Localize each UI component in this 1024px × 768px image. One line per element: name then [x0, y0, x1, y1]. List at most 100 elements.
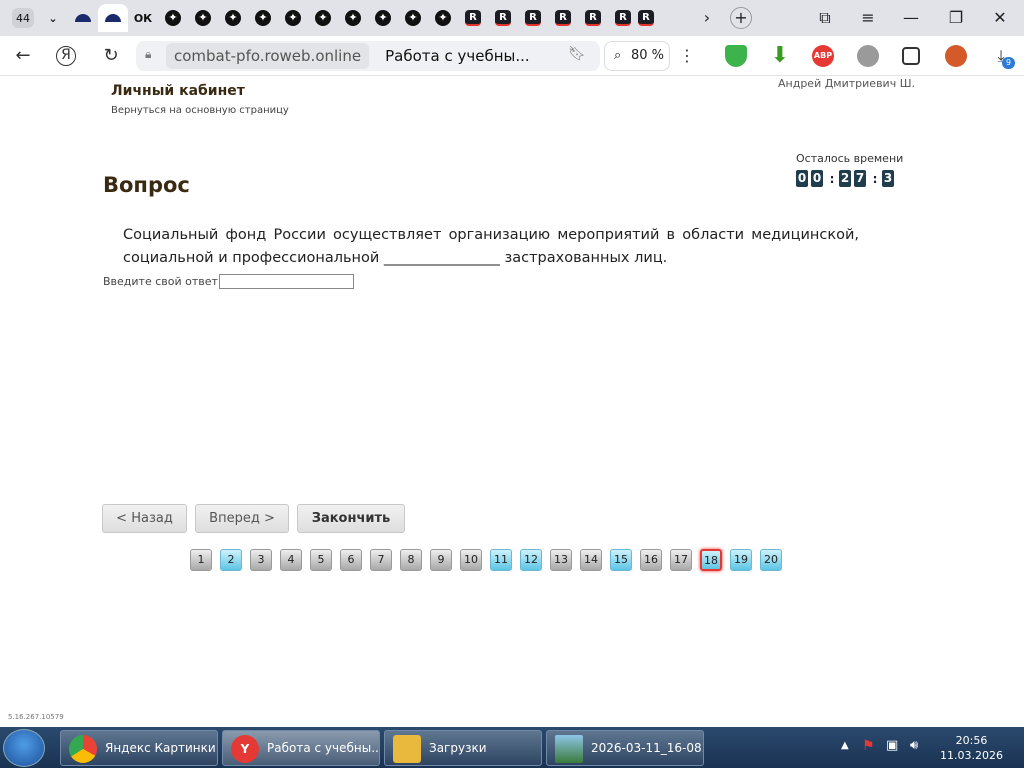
download-arrow-extension-icon[interactable]: ⬇ [769, 45, 791, 67]
back-arrow-icon[interactable]: ← [10, 44, 36, 68]
tab-r[interactable]: R [518, 4, 548, 32]
page-button-4[interactable]: 4 [280, 549, 302, 571]
clock-time: 20:56 [955, 734, 988, 747]
page-button-1[interactable]: 1 [190, 549, 212, 571]
tab-r[interactable]: R [458, 4, 488, 32]
back-to-main-link[interactable]: Вернуться на основную страницу [111, 105, 289, 116]
r-logo-icon: R [615, 10, 631, 26]
page-button-16[interactable]: 16 [640, 549, 662, 571]
adblock-plus-icon[interactable]: ABP [812, 45, 834, 67]
page-button-20[interactable]: 20 [760, 549, 782, 571]
tab-site[interactable]: ✦ [158, 4, 188, 32]
finish-button[interactable]: Закончить [297, 504, 405, 533]
taskbar-item-label: Загрузки [429, 741, 487, 755]
start-button[interactable] [3, 729, 45, 767]
tab-counter[interactable]: 44 [8, 4, 38, 32]
tab-site[interactable]: ✦ [218, 4, 248, 32]
folder-icon [393, 735, 421, 763]
page-button-5[interactable]: 5 [310, 549, 332, 571]
tab-active-graduation-cap[interactable] [98, 4, 128, 32]
globe-icon[interactable] [857, 45, 879, 67]
page-button-19[interactable]: 19 [730, 549, 752, 571]
tab-site[interactable]: ✦ [428, 4, 458, 32]
zoom-button[interactable]: ⌕ 80 % [604, 41, 670, 71]
shield-extension-icon[interactable] [725, 45, 747, 67]
network-icon[interactable]: ▣ [886, 738, 898, 753]
bookmarks-icon[interactable]: ⧉ [810, 6, 840, 30]
tabs-scroll-right-icon[interactable]: › [692, 6, 722, 30]
timer-digit: 3 [882, 170, 894, 187]
tab-ok-label: ОК [133, 11, 153, 25]
tab-site[interactable]: ✦ [398, 4, 428, 32]
action-center-flag-icon[interactable]: ⚑ [862, 738, 875, 754]
tab-r[interactable]: R [608, 4, 638, 32]
tab-ok[interactable]: ОК [128, 4, 158, 32]
page-button-9[interactable]: 9 [430, 549, 452, 571]
address-bar[interactable]: 🔒︎ combat-pfo.roweb.online Работа с учеб… [136, 41, 600, 71]
timer-label: Осталось времени [796, 152, 904, 165]
tab-site[interactable]: ✦ [278, 4, 308, 32]
yandex-browser-icon: Y [231, 735, 259, 763]
tab-site[interactable]: ✦ [308, 4, 338, 32]
taskbar-item-image-viewer[interactable]: 2026-03-11_16-08... [546, 730, 704, 766]
restore-icon[interactable]: ❐ [941, 6, 971, 30]
page-button-10[interactable]: 10 [460, 549, 482, 571]
answer-input[interactable] [218, 274, 354, 289]
page-button-18[interactable]: 18 [700, 549, 722, 571]
minimize-icon[interactable]: — [896, 6, 926, 30]
page-button-14[interactable]: 14 [580, 549, 602, 571]
tab-site[interactable]: ✦ [368, 4, 398, 32]
tab-site[interactable]: ✦ [188, 4, 218, 32]
collections-icon[interactable] [902, 47, 920, 65]
bookmark-icon[interactable]: 🔖︎ [568, 46, 586, 62]
compass-icon: ✦ [435, 10, 451, 26]
page-button-8[interactable]: 8 [400, 549, 422, 571]
page-button-17[interactable]: 17 [670, 549, 692, 571]
r-logo-icon: R [638, 10, 654, 26]
close-window-icon[interactable]: ✕ [985, 6, 1015, 30]
page-button-2[interactable]: 2 [220, 549, 242, 571]
tab-r[interactable]: R [548, 4, 578, 32]
volume-icon[interactable]: 🔊︎ [910, 738, 918, 753]
timer-digit: 0 [811, 170, 823, 187]
page-button-12[interactable]: 12 [520, 549, 542, 571]
user-name: Андрей Дмитриевич Ш. [778, 77, 915, 90]
tabs-list-chevron-icon[interactable]: ⌄ [38, 4, 68, 32]
page-title-in-omnibox: Работа с учебны... [385, 47, 530, 65]
forward-button[interactable]: Вперед > [195, 504, 289, 533]
page-button-15[interactable]: 15 [610, 549, 632, 571]
menu-icon[interactable]: ≡ [853, 6, 883, 30]
page-button-6[interactable]: 6 [340, 549, 362, 571]
page-button-7[interactable]: 7 [370, 549, 392, 571]
reload-icon[interactable]: ↻ [98, 44, 124, 68]
profile-avatar-icon[interactable] [945, 45, 967, 67]
graduation-cap-icon [105, 14, 121, 22]
taskbar-item-yandex-browser[interactable]: Y Работа с учебны... [222, 730, 380, 766]
back-button[interactable]: < Назад [102, 504, 187, 533]
page-button-13[interactable]: 13 [550, 549, 572, 571]
r-logo-icon: R [465, 10, 481, 26]
question-text: Социальный фонд России осуществляет орга… [123, 227, 859, 266]
taskbar-item-yandex-images[interactable]: Яндекс Картинки... [60, 730, 218, 766]
compass-icon: ✦ [225, 10, 241, 26]
taskbar-item-downloads[interactable]: Загрузки [384, 730, 542, 766]
question-heading: Вопрос [103, 173, 190, 197]
timer-digit: 7 [854, 170, 866, 187]
new-tab-plus-icon[interactable]: + [730, 7, 752, 29]
tab-site[interactable]: ✦ [338, 4, 368, 32]
tab-graduation-cap[interactable] [68, 4, 98, 32]
timer-digit: 0 [796, 170, 808, 187]
tab-r[interactable]: R [488, 4, 518, 32]
tab-r[interactable]: R [638, 4, 654, 32]
compass-icon: ✦ [315, 10, 331, 26]
system-clock[interactable]: 20:56 11.03.2026 [940, 733, 1003, 763]
tab-r[interactable]: R [578, 4, 608, 32]
more-vertical-icon[interactable]: ⋮ [674, 44, 700, 68]
tray-expand-icon[interactable]: ▲ [841, 740, 849, 751]
yandex-logo-icon[interactable]: Я [56, 46, 76, 66]
page-button-3[interactable]: 3 [250, 549, 272, 571]
tab-site[interactable]: ✦ [248, 4, 278, 32]
page-button-11[interactable]: 11 [490, 549, 512, 571]
taskbar-item-label: 2026-03-11_16-08... [591, 741, 704, 755]
downloads-count-badge: 9 [1002, 57, 1015, 69]
